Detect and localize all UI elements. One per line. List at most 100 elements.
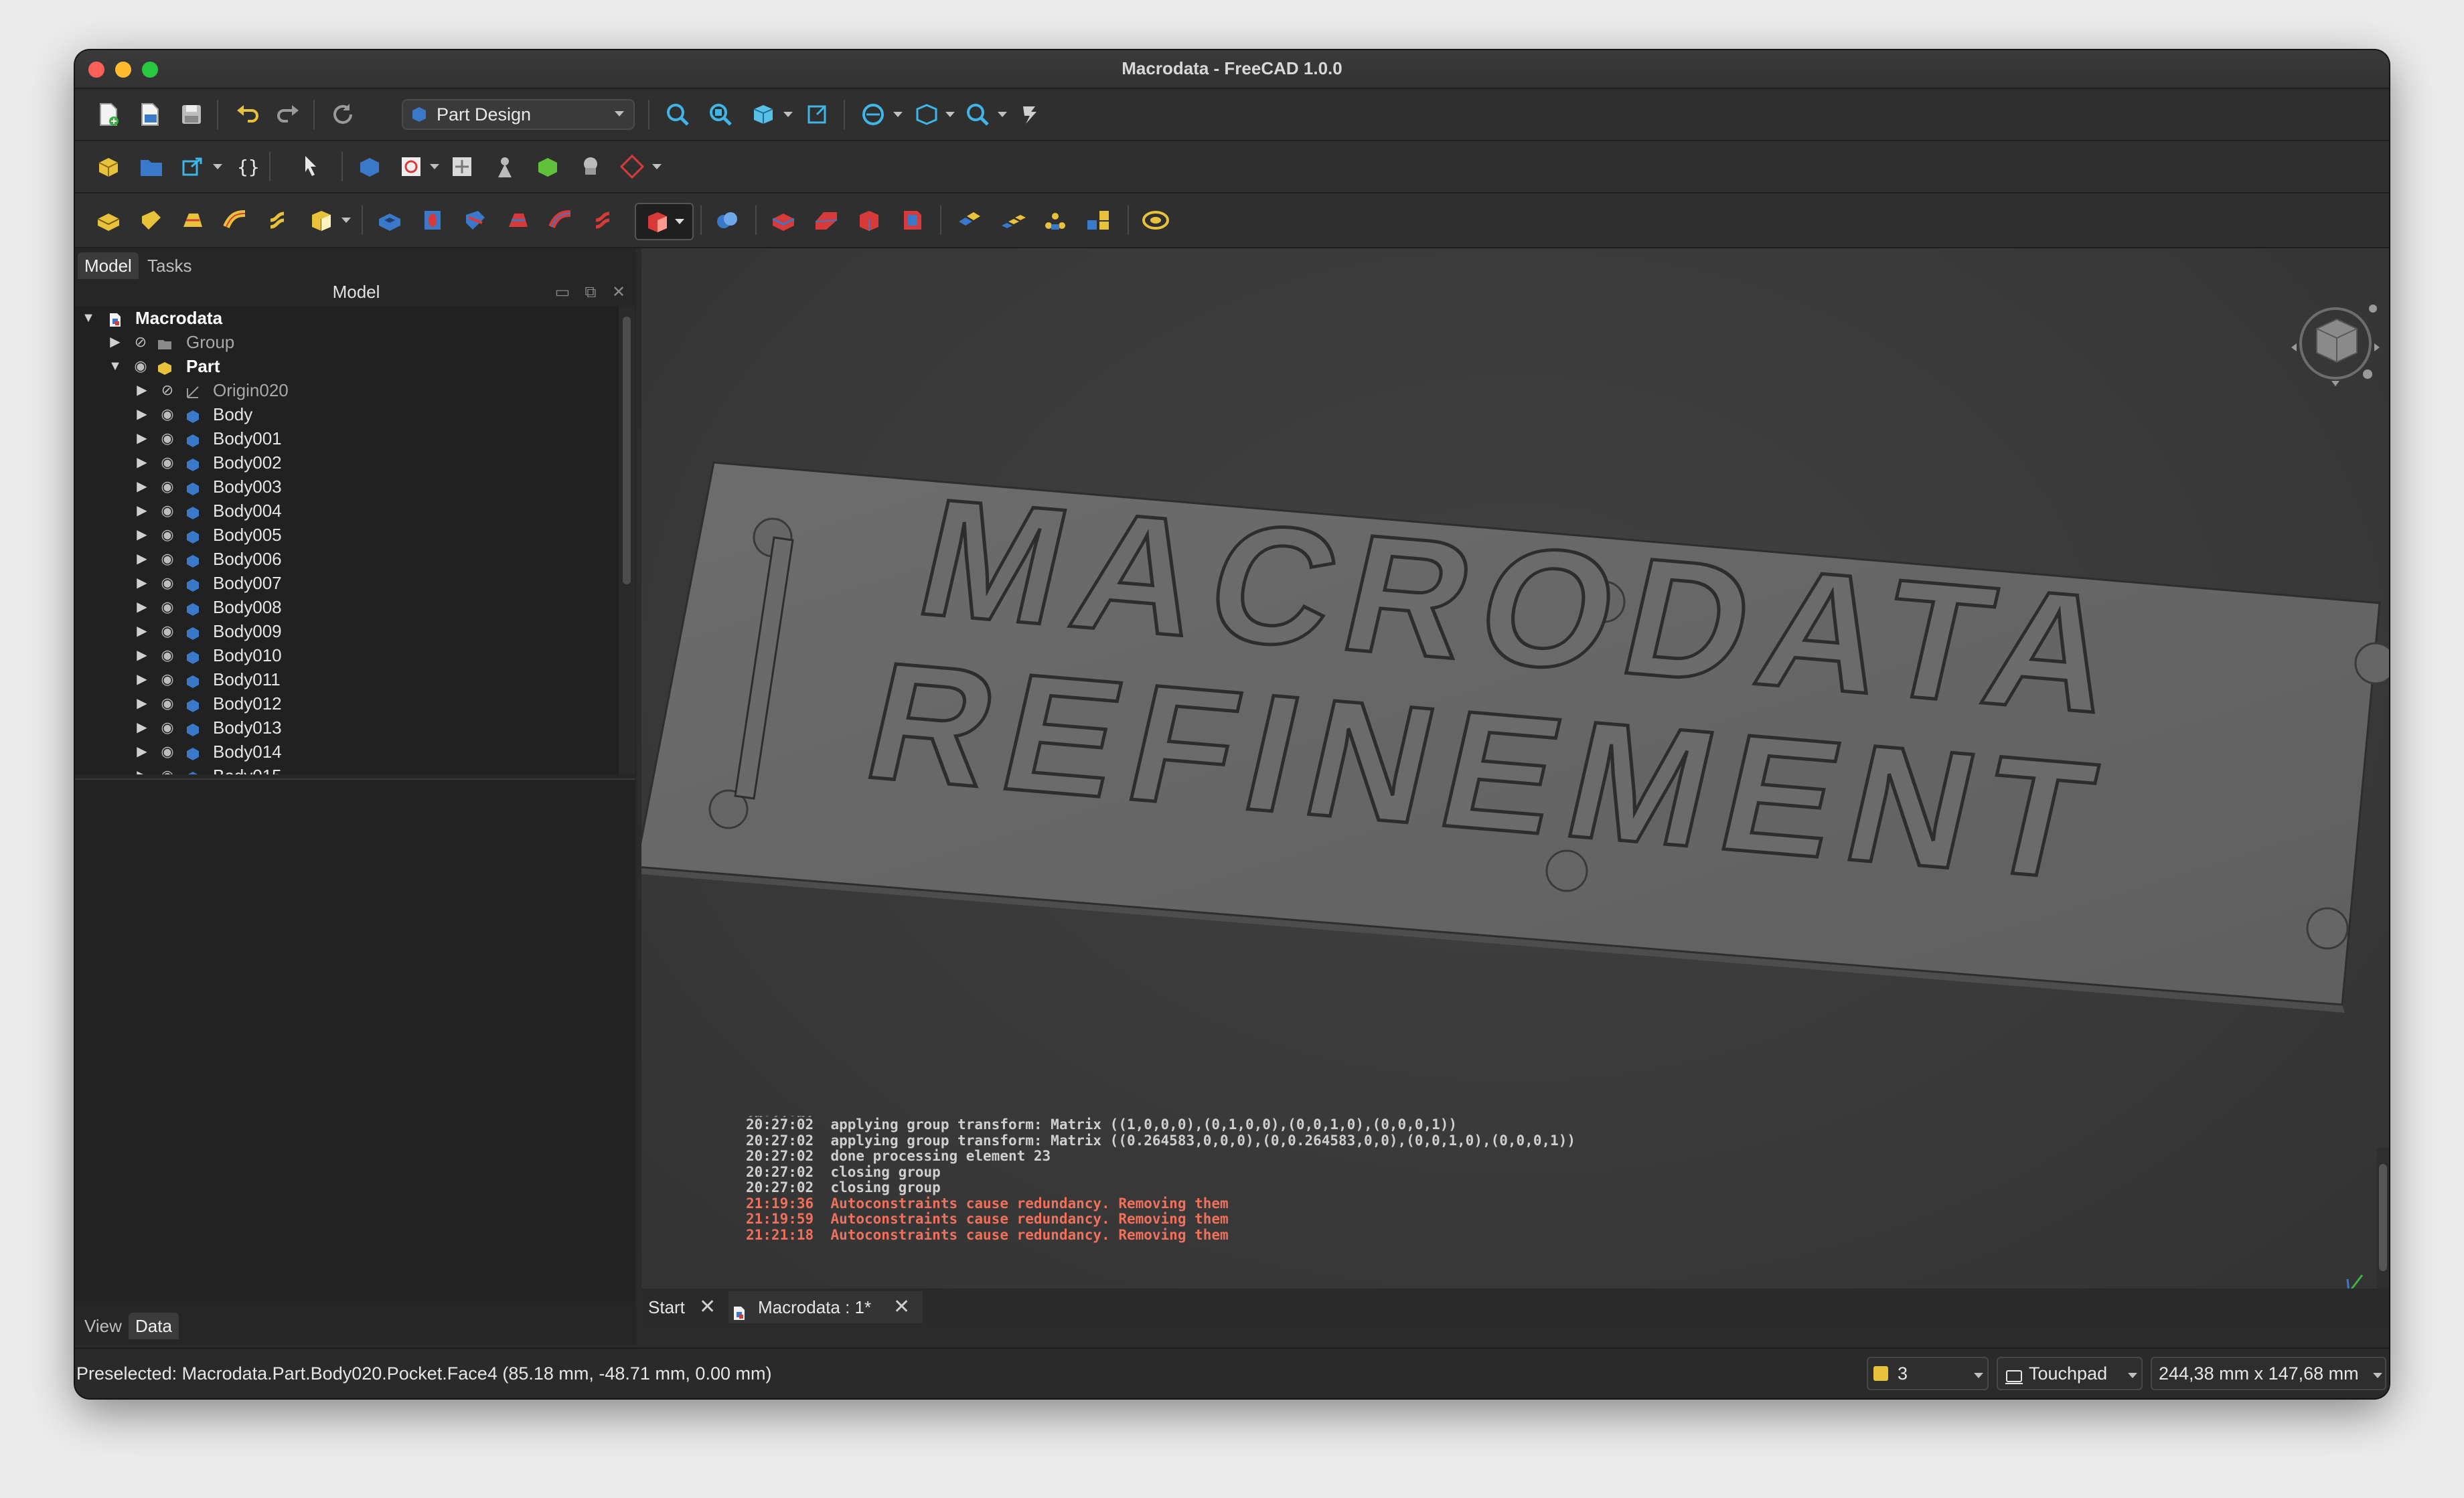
mounting-hole[interactable]	[2354, 642, 2389, 685]
expand-arrow-icon[interactable]: ▶	[135, 426, 149, 450]
expand-arrow-icon[interactable]: ▶	[135, 764, 149, 774]
chamfer-icon[interactable]	[812, 205, 841, 235]
expand-arrow-icon[interactable]: ▼	[82, 306, 95, 330]
tree-scrollbar[interactable]	[619, 306, 635, 774]
report-scrollbar-thumb[interactable]	[2379, 1164, 2387, 1271]
sprocket-icon[interactable]	[1141, 205, 1170, 235]
variable-set-icon[interactable]: {}	[230, 152, 260, 181]
subtractive-loft-icon[interactable]	[504, 205, 533, 235]
tree-item-body[interactable]: ▶ ◉ Body002	[75, 450, 619, 475]
close-tab-icon[interactable]: ✕	[893, 1291, 910, 1323]
sub-shape-binder-icon[interactable]	[533, 152, 562, 181]
redo-icon[interactable]	[273, 100, 303, 129]
eye-icon[interactable]: ◉	[159, 716, 175, 740]
tab-start[interactable]: Start ✕	[648, 1291, 722, 1323]
tree-item-macrodata[interactable]: ▼ Macrodata	[75, 306, 619, 330]
shape-binder-icon[interactable]	[490, 152, 520, 181]
eye-icon[interactable]: ◉	[159, 764, 175, 774]
expand-arrow-icon[interactable]: ▶	[135, 402, 149, 426]
tree-item-body[interactable]: ▶ ◉ Body015	[75, 764, 619, 774]
tree-item-body[interactable]: ▶ ◉ Body013	[75, 716, 619, 740]
hidden-eye-icon[interactable]: ⊘	[133, 330, 149, 354]
expand-arrow-icon[interactable]: ▶	[135, 643, 149, 667]
mounting-hole[interactable]	[2306, 907, 2349, 950]
thickness-icon[interactable]	[897, 205, 927, 235]
bounding-box-icon[interactable]	[802, 100, 832, 129]
expand-arrow-icon[interactable]: ▼	[108, 354, 122, 378]
close-tab-icon[interactable]: ✕	[699, 1291, 716, 1323]
tree-item-part[interactable]: ▼ ◉ Part	[75, 354, 619, 378]
tree-scrollbar-thumb[interactable]	[623, 317, 631, 584]
additive-primitive-icon[interactable]	[307, 205, 336, 235]
tree-item-body[interactable]: ▶ ◉ Body006	[75, 547, 619, 571]
fit-all-icon[interactable]	[663, 100, 692, 129]
tree-item-body[interactable]: ▶ ◉ Body014	[75, 740, 619, 764]
hole-icon[interactable]	[418, 205, 447, 235]
save-document-icon[interactable]	[177, 100, 206, 129]
boolean-icon[interactable]	[712, 205, 742, 235]
select-pointer-icon[interactable]	[299, 152, 328, 181]
eye-icon[interactable]: ◉	[159, 547, 175, 571]
eye-icon[interactable]: ◉	[159, 643, 175, 667]
subtractive-primitive-button[interactable]	[635, 203, 694, 240]
draw-style-icon[interactable]	[858, 100, 888, 129]
validate-sketch-icon[interactable]	[447, 152, 477, 181]
expand-arrow-icon[interactable]: ▶	[135, 595, 149, 619]
tree-item-body[interactable]: ▶ ◉ Body009	[75, 619, 619, 643]
eye-icon[interactable]: ◉	[159, 523, 175, 547]
expand-arrow-icon[interactable]: ▶	[135, 571, 149, 595]
eye-icon[interactable]: ◉	[159, 740, 175, 764]
create-part-icon[interactable]	[94, 152, 123, 181]
new-document-icon[interactable]	[94, 100, 123, 129]
eye-icon[interactable]: ◉	[159, 595, 175, 619]
tree-item-body[interactable]: ▶ ◉ Body	[75, 402, 619, 426]
tab-view[interactable]: View	[78, 1313, 129, 1339]
expand-arrow-icon[interactable]: ▶	[108, 330, 122, 354]
expand-arrow-icon[interactable]: ▶	[135, 547, 149, 571]
whats-this-icon[interactable]	[1015, 100, 1045, 129]
dimensions-selector[interactable]: 244,38 mm x 147,68 mm	[2151, 1357, 2386, 1390]
groove-icon[interactable]	[461, 205, 490, 235]
expand-arrow-icon[interactable]: ▶	[135, 691, 149, 716]
create-group-icon[interactable]	[137, 152, 166, 181]
eye-icon[interactable]: ◉	[159, 691, 175, 716]
tree-item-body[interactable]: ▶ ◉ Body012	[75, 691, 619, 716]
3d-view[interactable]: MACRODATA REFINEMENT 20:27:02 ..........…	[641, 248, 2389, 1291]
undo-icon[interactable]	[233, 100, 262, 129]
collapse-panel-icon[interactable]: ▭	[554, 284, 570, 301]
report-scrollbar[interactable]	[2377, 1148, 2389, 1291]
linear-pattern-icon[interactable]	[998, 205, 1027, 235]
navigation-cube[interactable]	[2289, 299, 2382, 386]
eye-icon[interactable]: ◉	[159, 450, 175, 475]
subtractive-pipe-icon[interactable]	[546, 205, 576, 235]
mirrored-icon[interactable]	[955, 205, 984, 235]
eye-icon[interactable]: ◉	[159, 475, 175, 499]
eye-icon[interactable]: ◉	[159, 619, 175, 643]
polar-pattern-icon[interactable]	[1041, 205, 1070, 235]
eye-icon[interactable]: ◉	[159, 499, 175, 523]
multi-transform-icon[interactable]	[1083, 205, 1113, 235]
eye-icon[interactable]: ◉	[159, 402, 175, 426]
workbench-selector[interactable]: Part Design	[402, 99, 635, 130]
open-document-icon[interactable]	[135, 100, 165, 129]
eye-icon[interactable]: ◉	[159, 426, 175, 450]
clone-icon[interactable]	[576, 152, 605, 181]
expand-arrow-icon[interactable]: ▶	[135, 475, 149, 499]
fillet-icon[interactable]	[769, 205, 798, 235]
pocket-icon[interactable]	[375, 205, 404, 235]
tree-item-group[interactable]: ▶ ⊘ Group	[75, 330, 619, 354]
tree-item-origin[interactable]: ▶ ⊘ Origin020	[75, 378, 619, 402]
tree-item-body[interactable]: ▶ ◉ Body004	[75, 499, 619, 523]
selection-filter-icon[interactable]	[912, 100, 941, 129]
expand-arrow-icon[interactable]: ▶	[135, 716, 149, 740]
tab-model[interactable]: Model	[78, 252, 139, 279]
create-body-icon[interactable]	[355, 152, 384, 181]
refresh-icon[interactable]	[328, 100, 358, 129]
hidden-eye-icon[interactable]: ⊘	[159, 378, 175, 402]
expand-arrow-icon[interactable]: ▶	[135, 450, 149, 475]
eye-icon[interactable]: ◉	[133, 354, 149, 378]
tab-macrodata[interactable]: Macrodata : 1* ✕	[728, 1291, 923, 1323]
revolution-icon[interactable]	[137, 205, 166, 235]
expand-arrow-icon[interactable]: ▶	[135, 667, 149, 691]
additive-pipe-icon[interactable]	[221, 205, 250, 235]
